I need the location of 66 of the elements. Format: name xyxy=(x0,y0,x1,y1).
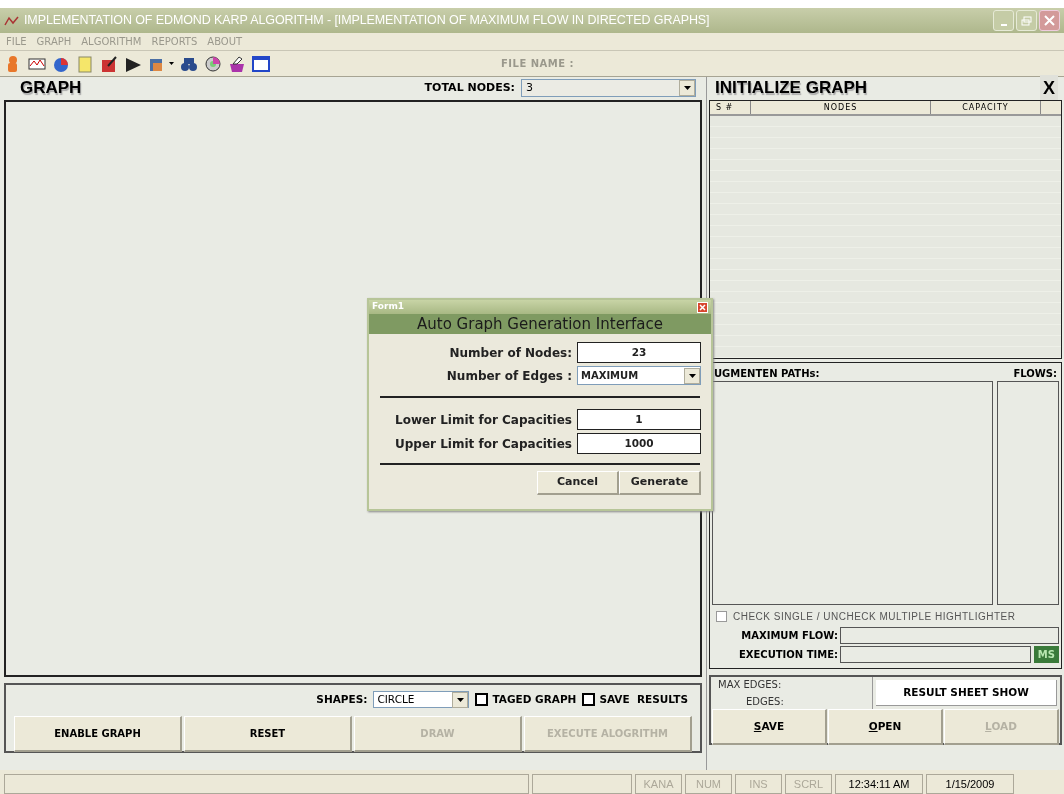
upper-limit-field[interactable]: 1000 xyxy=(577,433,701,454)
checkbox-label: TAGED GRAPH xyxy=(492,691,577,707)
column-header[interactable]: NODES xyxy=(751,101,931,114)
checkbox[interactable] xyxy=(716,611,727,622)
lower-limit-label: Lower Limit for Capacities xyxy=(395,411,572,429)
tray-icon[interactable] xyxy=(228,54,246,73)
app-icon xyxy=(4,14,20,27)
dialog-button[interactable]: Generate xyxy=(619,471,701,495)
checkbox[interactable] xyxy=(475,693,489,706)
close-icon xyxy=(699,303,706,311)
max-flow-field[interactable] xyxy=(840,627,1059,644)
upper-limit-label: Upper Limit for Capacities xyxy=(395,435,572,453)
dialog-heading: Auto Graph Generation Interface xyxy=(369,314,711,334)
execution-time-field[interactable] xyxy=(840,646,1031,663)
panel-title: INITIALIZE GRAPH xyxy=(715,77,868,100)
close-icon xyxy=(1044,15,1055,26)
action-button[interactable]: RESET xyxy=(184,716,352,752)
checkbox-label: SAVE RESULTS xyxy=(599,691,688,707)
caret-icon xyxy=(683,86,691,90)
dropdown-button[interactable] xyxy=(684,367,700,384)
flows-list[interactable] xyxy=(997,381,1059,605)
nodes-field[interactable]: 23 xyxy=(577,342,701,363)
total-nodes-label: TOTAL NODES: xyxy=(424,79,515,96)
edges-dropdown[interactable]: MAXIMUM xyxy=(577,366,701,385)
total-nodes-dropdown[interactable]: 3 xyxy=(521,79,696,97)
disc-icon[interactable] xyxy=(204,54,222,73)
edges-label: EDGES: xyxy=(745,695,785,709)
status-panel: NUM xyxy=(685,774,732,794)
status-panel: 1/15/2009 xyxy=(926,774,1014,794)
nodes-label: Number of Nodes: xyxy=(449,344,572,362)
status-panel: INS xyxy=(735,774,782,794)
status-panel: SCRL xyxy=(785,774,832,794)
caret-icon[interactable] xyxy=(169,62,174,65)
column-header[interactable]: S # xyxy=(710,101,751,114)
caret-icon xyxy=(456,697,464,702)
minimize-icon xyxy=(1000,24,1007,26)
action-button[interactable]: ENABLE GRAPH xyxy=(14,716,182,752)
action-button[interactable]: SAVE xyxy=(712,709,827,745)
shapes-label: SHAPES: xyxy=(316,691,368,707)
edit-icon[interactable] xyxy=(100,54,118,73)
max-edges-label: MAX EDGES: xyxy=(718,678,783,692)
checkbox-label: CHECK SINGLE / UNCHECK MULTIPLE HIGHTLIGHTER xyxy=(733,610,1016,624)
lower-limit-field[interactable]: 1 xyxy=(577,409,701,430)
dialog-title: Form1 xyxy=(372,300,405,314)
window-title: IMPLEMENTATION OF EDMOND KARP ALGORITHM - [IMPLEMENTATION OF MAXIMUM FLOW IN DIRECTED GRAPHS] xyxy=(24,12,710,30)
restore-icon xyxy=(1021,15,1032,26)
flows-label: FLOWS: xyxy=(1013,367,1057,381)
paths-label: UGMENTEN PATHs: xyxy=(714,367,820,381)
result-sheet-button[interactable]: RESULT SHEET SHOW xyxy=(876,680,1057,706)
status-panel: KANA xyxy=(635,774,682,794)
checkbox[interactable] xyxy=(582,693,596,706)
caret-icon xyxy=(688,373,696,378)
column-header[interactable]: CAPACITY xyxy=(931,101,1041,114)
dialog-button[interactable]: Cancel xyxy=(537,471,619,495)
edges-label: Number of Edges : xyxy=(446,367,572,385)
status-panel: 12:34:11 AM xyxy=(835,774,923,794)
dropdown-button[interactable] xyxy=(679,80,695,96)
window-icon[interactable] xyxy=(252,54,270,73)
file-name-label: FILE NAME : xyxy=(501,57,575,71)
panel-title: GRAPH xyxy=(20,77,82,100)
action-button[interactable]: OPEN xyxy=(828,709,943,745)
unit-badge: MS xyxy=(1033,646,1059,663)
execution-time-label: EXECUTION TIME: xyxy=(737,648,839,662)
max-flow-label: MAXIMUM FLOW: xyxy=(740,629,839,643)
shape-dropdown[interactable]: CIRCLE xyxy=(373,691,470,708)
dropdown-button[interactable] xyxy=(452,691,469,708)
